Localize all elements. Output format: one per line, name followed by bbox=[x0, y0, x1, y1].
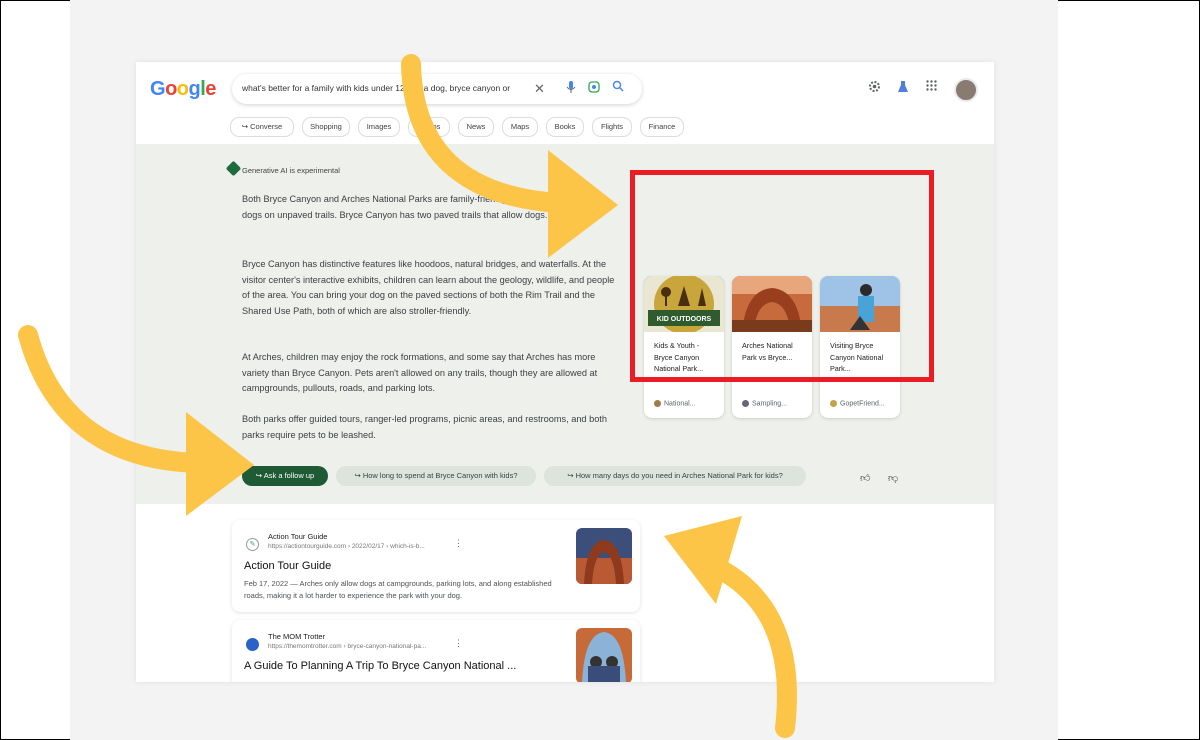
lens-icon[interactable] bbox=[587, 80, 601, 97]
favicon-icon bbox=[742, 400, 749, 407]
search-input[interactable]: what's better for a family with kids und… bbox=[242, 83, 542, 93]
tab-maps[interactable]: Maps bbox=[502, 117, 538, 137]
logo-letter: e bbox=[205, 78, 216, 100]
result-site-name: The MOM Trotter bbox=[268, 632, 326, 641]
favicon-icon bbox=[246, 638, 259, 651]
tab-videos[interactable]: Videos bbox=[408, 117, 450, 137]
ai-paragraph: At Arches, children may enjoy the rock f… bbox=[242, 352, 598, 393]
tab-news[interactable]: News bbox=[458, 117, 494, 137]
search-bar[interactable]: what's better for a family with kids und… bbox=[232, 74, 642, 104]
follow-up-chip[interactable]: ↪ How many days do you need in Arches Na… bbox=[544, 466, 806, 486]
result-site-name: Action Tour Guide bbox=[268, 532, 328, 541]
google-logo[interactable]: Google bbox=[150, 78, 216, 101]
logo-letter: o bbox=[176, 78, 189, 100]
follow-up-chip[interactable]: ↪ How long to spend at Bryce Canyon with… bbox=[336, 466, 536, 486]
search-icon[interactable] bbox=[612, 80, 624, 95]
tab-books[interactable]: Books bbox=[546, 117, 584, 137]
ai-badge: Generative AI is experimental bbox=[225, 160, 340, 177]
search-result[interactable]: The MOM Trotter https://themomtrotter.co… bbox=[232, 620, 640, 682]
result-title[interactable]: A Guide To Planning A Trip To Bryce Cany… bbox=[244, 660, 516, 672]
result-snippet: Feb 17, 2022 — Arches only allow dogs at… bbox=[244, 579, 552, 600]
result-url[interactable]: https://themomtrotter.com › bryce-canyon… bbox=[268, 643, 426, 650]
ai-paragraph: Both Bryce Canyon and Arches National Pa… bbox=[242, 194, 603, 220]
logo-letter: o bbox=[165, 78, 177, 100]
apps-icon[interactable] bbox=[926, 80, 937, 94]
account-avatar[interactable] bbox=[954, 78, 978, 102]
more-options-icon[interactable]: ⋮ bbox=[454, 638, 463, 649]
ask-follow-up-button[interactable]: ↪ Ask a follow up bbox=[242, 466, 328, 486]
thumbs-up-icon[interactable]: 👍︎ bbox=[860, 472, 870, 484]
microphone-icon[interactable] bbox=[566, 80, 576, 97]
ai-badge-label: Generative AI is experimental bbox=[242, 166, 340, 175]
card-source: GopetFriend... bbox=[830, 400, 885, 407]
labs-icon[interactable] bbox=[897, 80, 909, 96]
favicon-icon: ✎ bbox=[246, 538, 259, 551]
tab-images[interactable]: Images bbox=[358, 117, 400, 137]
clear-icon[interactable]: ✕ bbox=[534, 81, 545, 97]
ai-paragraph: Bryce Canyon has distinctive features li… bbox=[242, 259, 615, 316]
more-options-icon[interactable]: ⋮ bbox=[454, 538, 463, 549]
result-thumbnail[interactable] bbox=[576, 628, 632, 682]
thumbs-down-icon[interactable]: 👎︎ bbox=[888, 472, 898, 484]
favicon-icon bbox=[654, 400, 661, 407]
tab-flights[interactable]: Flights bbox=[592, 117, 632, 137]
search-result[interactable]: ✎ Action Tour Guide https://actiontourgu… bbox=[232, 520, 640, 612]
logo-letter: G bbox=[150, 78, 166, 100]
card-source: Sampling... bbox=[742, 400, 787, 407]
tab-finance[interactable]: Finance bbox=[640, 117, 684, 137]
settings-icon[interactable] bbox=[868, 80, 881, 96]
result-title[interactable]: Action Tour Guide bbox=[244, 560, 331, 572]
logo-letter: g bbox=[188, 78, 201, 100]
ai-paragraph: Both parks offer guided tours, ranger-le… bbox=[242, 414, 607, 440]
generative-ai-icon bbox=[225, 160, 242, 177]
favicon-icon bbox=[830, 400, 837, 407]
highlight-box bbox=[630, 170, 934, 382]
result-url[interactable]: https://actiontourguide.com › 2022/02/17… bbox=[268, 543, 425, 550]
card-source: National... bbox=[654, 400, 696, 407]
result-thumbnail[interactable] bbox=[576, 528, 632, 584]
tab-converse[interactable]: ↪ Converse bbox=[230, 117, 294, 137]
tab-shopping[interactable]: Shopping bbox=[302, 117, 350, 137]
